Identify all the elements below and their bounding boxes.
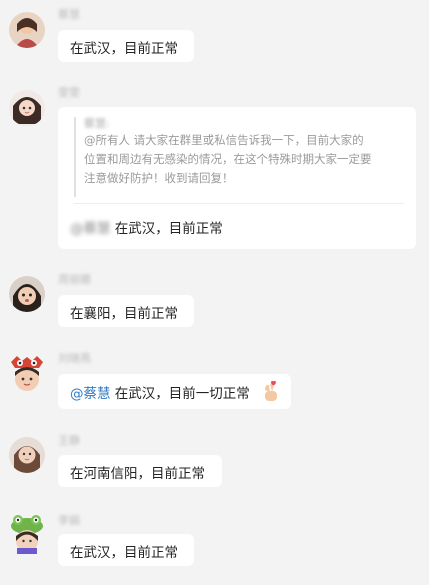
quote-line: 位置和周边有无感染的情况，在这个特殊时期大家一定要 (84, 152, 372, 166)
avatar[interactable] (9, 514, 45, 554)
avatar[interactable] (9, 90, 45, 126)
message-text: 在武汉，目前正常 (70, 41, 178, 57)
quote-line: 注意做好防护！收到请回复！ (84, 171, 234, 185)
message-bubble[interactable]: @蔡慧 在武汉，目前一切正常 (58, 374, 291, 409)
quote-line: @所有人 请大家在群里或私信告诉我一下，目前大家的 (84, 133, 364, 147)
quote-divider (74, 203, 404, 204)
mention-link[interactable]: @蔡慧 (70, 386, 111, 402)
message-bubble[interactable]: 在襄阳，目前正常 (58, 295, 194, 327)
mention-link[interactable]: @蔡慧 (70, 217, 111, 237)
avatar[interactable] (9, 354, 45, 391)
message-bubble[interactable]: 蔡慧: @所有人 请大家在群里或私信告诉我一下，目前大家的 位置和周边有无感染的… (58, 107, 416, 249)
message-bubble[interactable]: 在河南信阳，目前正常 (58, 455, 222, 487)
sender-name: 蔡慧 (58, 8, 80, 21)
avatar[interactable] (9, 276, 45, 312)
message-text: 在武汉，目前正常 (114, 221, 223, 237)
message-text: 在武汉，目前一切正常 (114, 386, 250, 402)
sender-name: 周丽娜 (58, 273, 91, 286)
finger-heart-icon (261, 380, 281, 406)
avatar[interactable] (9, 12, 45, 48)
sender-name: 刘晓燕 (58, 352, 91, 365)
sender-name: 王静 (58, 434, 80, 447)
quoted-message[interactable]: 蔡慧: @所有人 请大家在群里或私信告诉我一下，目前大家的 位置和周边有无感染的… (74, 117, 404, 197)
sender-name: 李娟 (58, 514, 80, 527)
quote-author: 蔡慧: (84, 117, 110, 130)
avatar[interactable] (9, 437, 45, 473)
chat-message-list: 蔡慧 在武汉，目前正常 雯雯 蔡慧: @所有人 请大家在群里或私信告诉我一下，目… (0, 0, 429, 585)
message-bubble[interactable]: 在武汉，目前正常 (58, 534, 194, 566)
sender-name: 雯雯 (58, 86, 80, 99)
message-text: 在武汉，目前正常 (70, 545, 178, 561)
message-bubble[interactable]: 在武汉，目前正常 (58, 30, 194, 62)
message-text: 在襄阳，目前正常 (70, 306, 178, 322)
message-text: 在河南信阳，目前正常 (70, 466, 205, 482)
